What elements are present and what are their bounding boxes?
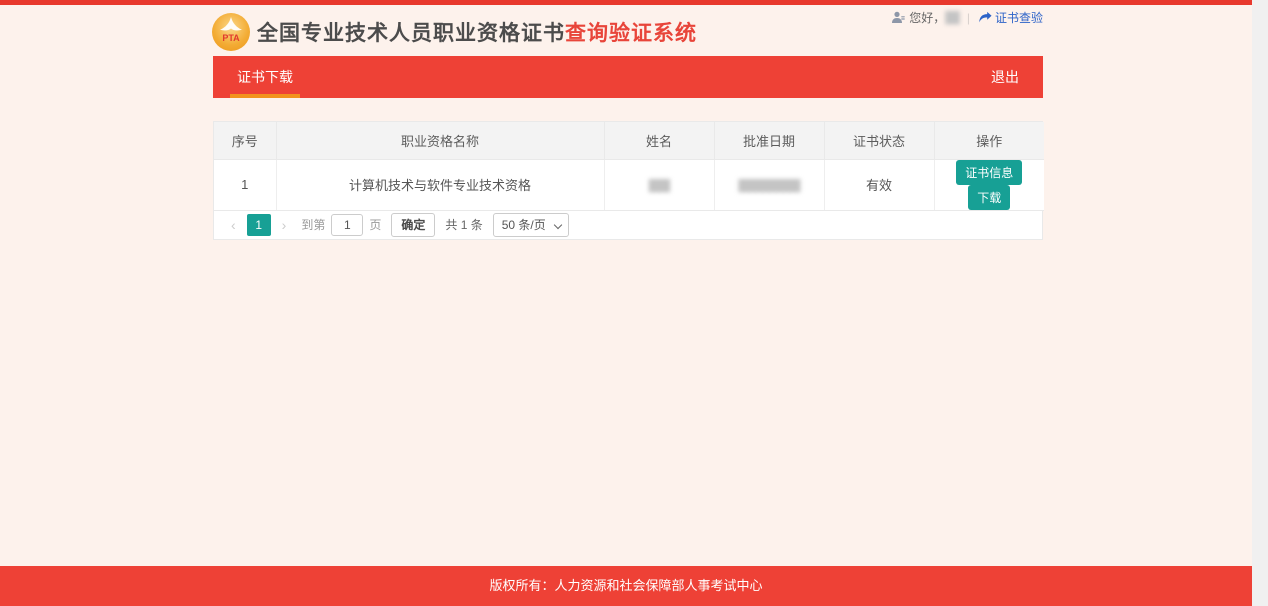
chevron-down-icon xyxy=(554,220,562,228)
cell-qualification: 计算机技术与软件专业技术资格 xyxy=(276,159,604,210)
masked-name: ███ xyxy=(649,180,669,192)
tab-certificate-download[interactable]: 证书下载 xyxy=(230,56,300,98)
col-header-actions: 操作 xyxy=(934,122,1044,159)
page-size-value: 50 条/页 xyxy=(502,218,546,232)
total-count-label: 共 1 条 xyxy=(445,216,482,233)
cell-date: █████████ xyxy=(714,159,824,210)
table-header-row: 序号 职业资格名称 姓名 批准日期 证书状态 操作 xyxy=(214,122,1044,159)
col-header-no: 序号 xyxy=(214,122,276,159)
masked-date: █████████ xyxy=(738,180,799,192)
user-name-masked: ██ xyxy=(945,12,959,24)
share-arrow-icon xyxy=(978,11,992,24)
logout-button[interactable]: 退出 xyxy=(991,67,1019,87)
next-page-icon[interactable]: › xyxy=(277,218,292,232)
goto-page-label: 到第 xyxy=(301,216,325,233)
scrollbar-thumb[interactable] xyxy=(1252,0,1268,606)
goto-page-input[interactable] xyxy=(331,214,363,236)
site-title-accent: 查询验证系统 xyxy=(565,17,697,47)
page-unit-label: 页 xyxy=(369,216,381,233)
col-header-date: 批准日期 xyxy=(714,122,824,159)
table-row: 1 计算机技术与软件专业技术资格 ███ █████████ 有效 证书信息 下… xyxy=(214,159,1044,210)
site-title: 全国专业技术人员职业资格证书 xyxy=(257,17,565,47)
divider: | xyxy=(967,11,970,25)
col-header-qualification: 职业资格名称 xyxy=(276,122,604,159)
footer: 版权所有：人力资源和社会保障部人事考试中心 xyxy=(0,566,1252,606)
confirm-button[interactable]: 确定 xyxy=(391,213,435,237)
scrollbar[interactable] xyxy=(1252,0,1268,606)
download-button[interactable]: 下载 xyxy=(968,185,1010,210)
user-bar: 您好， ██ | 证书查验 xyxy=(891,9,1043,26)
cell-status: 有效 xyxy=(824,159,934,210)
col-header-name: 姓名 xyxy=(604,122,714,159)
certificate-info-button[interactable]: 证书信息 xyxy=(956,160,1022,185)
svg-text:PTA: PTA xyxy=(222,33,240,43)
prev-page-icon[interactable]: ‹ xyxy=(226,218,241,232)
certificate-verify-link[interactable]: 证书查验 xyxy=(978,9,1043,26)
pta-logo-icon: PTA xyxy=(211,12,251,52)
cell-no: 1 xyxy=(214,159,276,210)
cell-actions: 证书信息 下载 xyxy=(934,159,1044,210)
certificate-verify-label: 证书查验 xyxy=(995,9,1043,26)
user-icon xyxy=(891,11,905,24)
page-header: PTA 全国专业技术人员职业资格证书查询验证系统 您好， ██ | 证书查验 xyxy=(213,0,1043,56)
greeting-text: 您好， xyxy=(909,9,945,26)
certificate-table-card: 序号 职业资格名称 姓名 批准日期 证书状态 操作 1 计算机技术与软件专业技术… xyxy=(213,121,1043,240)
page-size-select[interactable]: 50 条/页 xyxy=(493,213,569,237)
page-number-button[interactable]: 1 xyxy=(247,214,271,236)
main-nav: 证书下载 退出 xyxy=(213,56,1043,98)
pagination: ‹ 1 › 到第 页 确定 共 1 条 50 条/页 xyxy=(214,211,1042,239)
brand: PTA 全国专业技术人员职业资格证书查询验证系统 xyxy=(211,12,697,52)
certificate-table: 序号 职业资格名称 姓名 批准日期 证书状态 操作 1 计算机技术与软件专业技术… xyxy=(214,122,1044,211)
copyright-text: 版权所有：人力资源和社会保障部人事考试中心 xyxy=(489,578,762,593)
col-header-status: 证书状态 xyxy=(824,122,934,159)
cell-name: ███ xyxy=(604,159,714,210)
